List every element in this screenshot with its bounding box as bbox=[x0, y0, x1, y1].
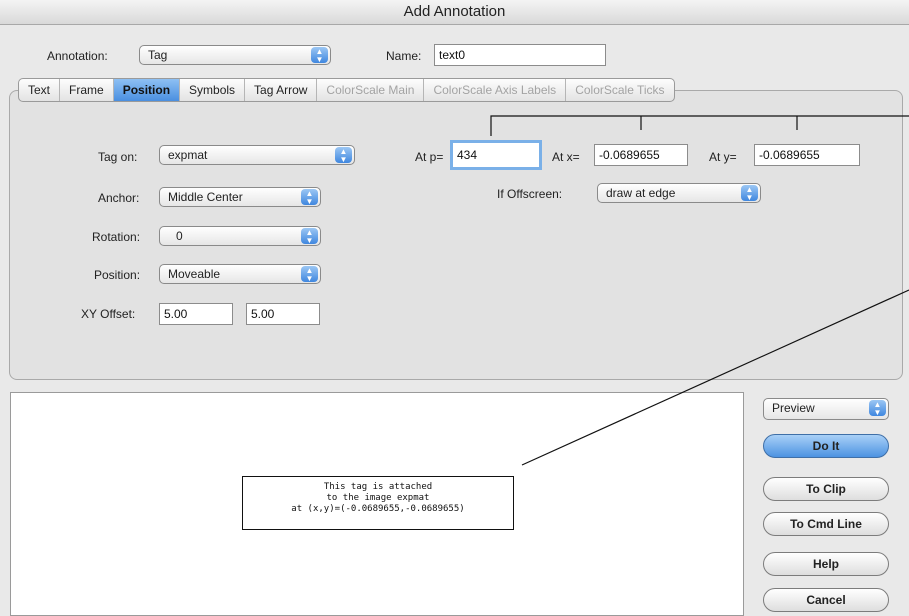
callout-lines bbox=[490, 115, 909, 466]
callout-bracket bbox=[490, 115, 909, 136]
callout-leader-line bbox=[521, 289, 909, 466]
